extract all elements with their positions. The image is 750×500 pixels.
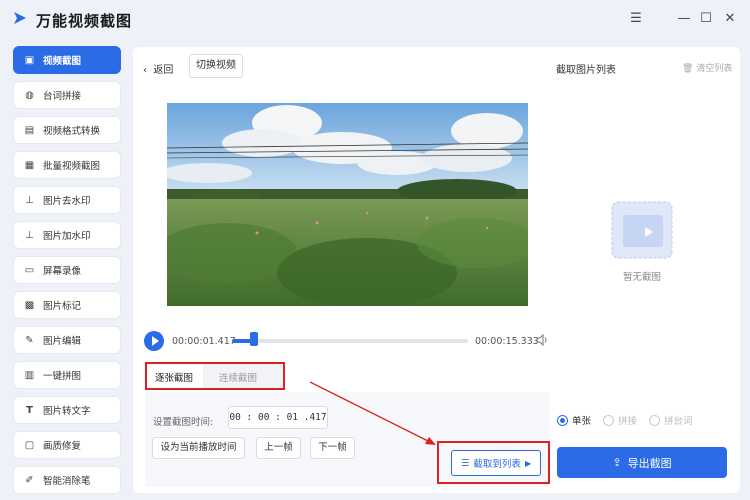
clear-list-label: 清空列表 [696, 64, 733, 74]
switch-video-button[interactable]: 切换视频 [189, 54, 243, 78]
prev-frame-button[interactable]: 上一帧 [256, 437, 301, 459]
sidebar-item-collage[interactable]: ▥ 一键拼图 [13, 361, 121, 389]
repair-icon: ▢ [24, 439, 35, 451]
convert-icon: ▤ [24, 124, 35, 136]
sidebar-item-remove-watermark[interactable]: ⊥ 图片去水印 [13, 186, 121, 214]
edit-icon: ✎ [25, 334, 34, 346]
capture-to-list-button[interactable]: ☰ 截取到列表 ▶ [451, 450, 541, 476]
sidebar-item-label: 图片去水印 [43, 196, 91, 207]
main-panel: ‹ 返回 切换视频 截取图片列表 🗑 清空列表 暂无截图 00:00:01.41… [133, 47, 740, 493]
volume-icon[interactable] [535, 333, 549, 347]
play-small-icon: ▶ [524, 458, 532, 468]
radio-join-label: 拼接 [618, 416, 638, 427]
radio-subtitle-join[interactable] [649, 414, 661, 426]
video-frame-image [167, 103, 528, 306]
progress-slider[interactable] [232, 332, 468, 346]
radio-join[interactable] [603, 414, 615, 426]
sidebar-item-label: 屏幕录像 [43, 266, 82, 277]
menu-icon[interactable]: ☰ [628, 11, 644, 27]
close-icon[interactable]: ✕ [722, 11, 738, 27]
sidebar: ▣ 视频截图 ◍ 台词拼接 ▤ 视频格式转换 ▦ 批量视频截图 ⊥ 图片去水印 … [0, 40, 130, 500]
back-label: 返回 [153, 65, 174, 76]
radio-subtitle-join-label: 拼台词 [664, 416, 693, 427]
sidebar-item-batch-capture[interactable]: ▦ 批量视频截图 [13, 151, 121, 179]
stamp-add-icon: ⊥ [25, 229, 34, 241]
sidebar-item-image-to-text[interactable]: T 图片转文字 [13, 396, 121, 424]
radio-single-label: 单张 [572, 416, 592, 427]
maximize-icon[interactable]: ☐ [698, 11, 714, 27]
export-mode-options: 单张 拼接 拼台词 [557, 413, 705, 427]
sidebar-item-subtitle-join[interactable]: ◍ 台词拼接 [13, 81, 121, 109]
sidebar-item-label: 图片编辑 [43, 336, 82, 347]
sidebar-item-smart-eraser[interactable]: ✐ 智能消除笔 [13, 466, 121, 494]
progress-thumb[interactable] [249, 332, 258, 346]
empty-image-icon [611, 201, 673, 259]
trash-icon: 🗑 [682, 64, 694, 74]
total-time: 00:00:15.333 [475, 336, 539, 347]
sidebar-item-add-watermark[interactable]: ⊥ 图片加水印 [13, 221, 121, 249]
set-time-label: 设置截图时间: [153, 417, 214, 428]
empty-list-label: 暂无截图 [623, 272, 662, 283]
subtitle-icon: ◍ [25, 89, 34, 101]
app-logo-icon [14, 12, 26, 24]
back-button[interactable]: ‹ 返回 [143, 61, 173, 76]
sidebar-item-label: 视频格式转换 [43, 126, 101, 137]
sidebar-item-label: 批量视频截图 [43, 161, 101, 172]
capture-to-list-label: 截取到列表 [473, 459, 521, 470]
text-icon: T [26, 404, 33, 416]
sidebar-item-label: 图片转文字 [43, 406, 91, 417]
play-button[interactable] [144, 331, 164, 351]
screen-icon: ▭ [24, 264, 35, 276]
capture-time-input[interactable]: 00 : 00 : 01 .417 [228, 406, 328, 429]
sidebar-item-image-mark[interactable]: ▩ 图片标记 [13, 291, 121, 319]
title-bar: 万能视频截图 ☰ — ☐ ✕ [0, 0, 750, 40]
list-icon: ☰ [460, 457, 470, 469]
current-time: 00:00:01.417 [172, 336, 236, 347]
clear-list-button[interactable]: 🗑 清空列表 [682, 61, 732, 74]
sidebar-item-label: 一键拼图 [43, 371, 82, 382]
sidebar-item-label: 画质修复 [43, 441, 82, 452]
sidebar-item-label: 图片加水印 [43, 231, 91, 242]
chevron-left-icon: ‹ [143, 65, 147, 76]
capture-mode-tabs: 逐张截图 连续截图 [145, 362, 285, 390]
sidebar-item-image-edit[interactable]: ✎ 图片编辑 [13, 326, 121, 354]
minimize-icon[interactable]: — [676, 11, 692, 27]
export-label: 导出截图 [627, 456, 672, 470]
mark-icon: ▩ [24, 299, 35, 311]
image-icon: ▣ [24, 54, 35, 66]
sidebar-item-label: 智能消除笔 [43, 476, 91, 487]
sidebar-item-quality-repair[interactable]: ▢ 画质修复 [13, 431, 121, 459]
set-current-time-button[interactable]: 设为当前播放时间 [152, 437, 245, 459]
sidebar-item-video-capture[interactable]: ▣ 视频截图 [13, 46, 121, 74]
tab-continuous-capture[interactable]: 连续截图 [219, 370, 257, 384]
sidebar-item-label: 图片标记 [43, 301, 82, 312]
next-frame-button[interactable]: 下一帧 [310, 437, 355, 459]
export-icon: ⇪ [612, 456, 622, 469]
video-preview[interactable] [167, 103, 528, 306]
sidebar-item-label: 台词拼接 [43, 91, 82, 102]
export-button[interactable]: ⇪ 导出截图 [557, 447, 727, 478]
radio-single[interactable] [557, 414, 568, 426]
sidebar-item-format-convert[interactable]: ▤ 视频格式转换 [13, 116, 121, 144]
batch-icon: ▦ [24, 159, 35, 171]
sidebar-item-label: 视频截图 [43, 56, 82, 67]
tab-single-capture[interactable]: 逐张截图 [155, 370, 193, 384]
sidebar-item-screen-record[interactable]: ▭ 屏幕录像 [13, 256, 121, 284]
grid-icon: ▥ [24, 369, 35, 381]
app-title: 万能视频截图 [36, 12, 133, 30]
eraser-icon: ✐ [25, 474, 34, 486]
capture-list-title: 截取图片列表 [556, 65, 616, 76]
stamp-icon: ⊥ [25, 194, 34, 206]
